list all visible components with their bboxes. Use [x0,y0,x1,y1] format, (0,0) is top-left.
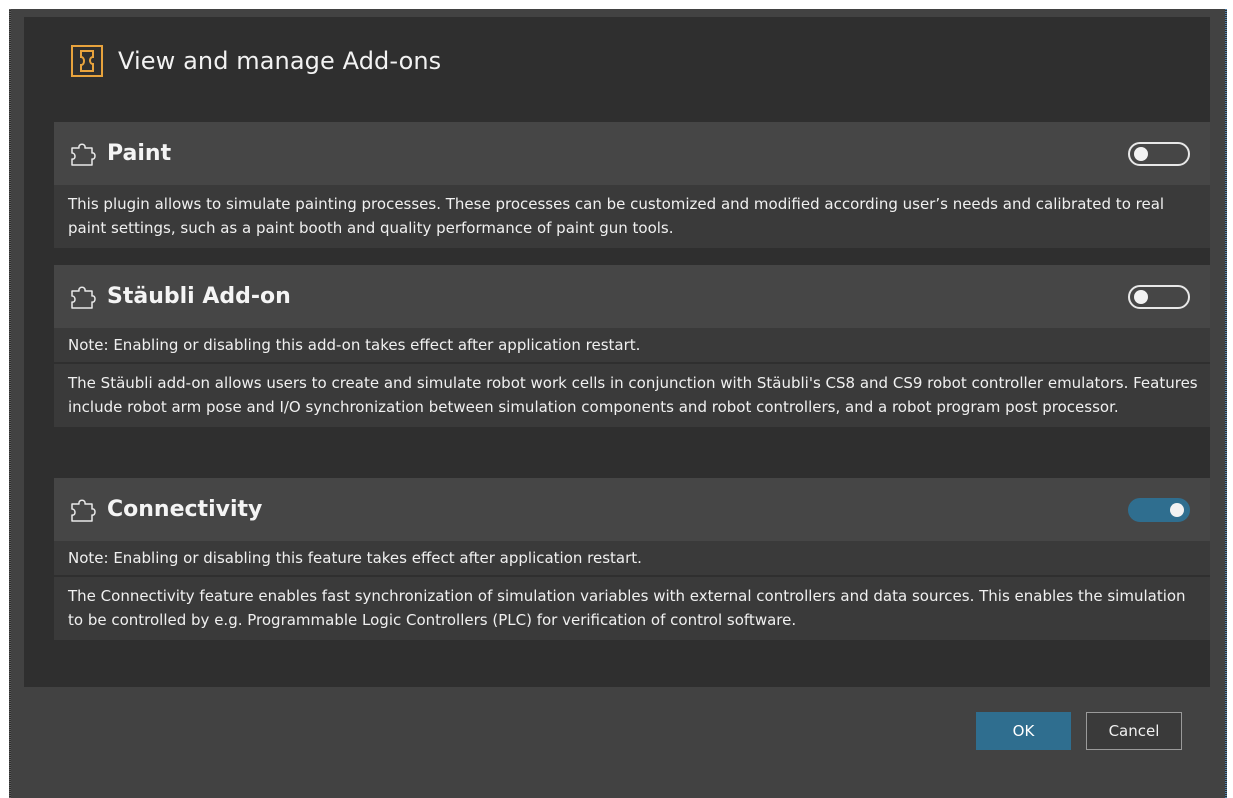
staubli-toggle[interactable] [1128,285,1190,309]
puzzle-outline-icon [71,143,96,166]
toggle-knob [1134,290,1148,304]
addon-header-staubli: Stäubli Add-on [54,265,1210,328]
addon-title: Connectivity [107,497,263,522]
addon-note: Note: Enabling or disabling this feature… [54,541,1210,577]
addon-note: Note: Enabling or disabling this add-on … [54,328,1210,364]
add-ons-content: View and manage Add-ons Paint This plugi… [24,17,1210,687]
puzzle-outline-icon [71,499,96,522]
ok-button[interactable]: OK [976,712,1071,750]
addon-card-connectivity: Connectivity Note: Enabling or disabling… [54,478,1210,640]
addon-description: The Stäubli add-on allows users to creat… [68,374,1198,416]
toggle-knob [1134,147,1148,161]
connectivity-toggle[interactable] [1128,498,1190,522]
addon-title: Stäubli Add-on [107,284,291,309]
addon-card-staubli: Stäubli Add-on Note: Enabling or disabli… [54,265,1210,427]
addon-description: The Connectivity feature enables fast sy… [68,587,1186,629]
dialog-header: View and manage Add-ons [70,41,441,81]
addon-description: This plugin allows to simulate painting … [68,195,1165,237]
addon-header-paint: Paint [54,122,1210,185]
dialog-title: View and manage Add-ons [118,47,442,75]
add-ons-dialog: View and manage Add-ons Paint This plugi… [9,9,1227,798]
addon-title: Paint [107,141,172,166]
addon-card-paint: Paint This plugin allows to simulate pai… [54,122,1210,248]
puzzle-outline-icon [71,286,96,309]
addon-header-connectivity: Connectivity [54,478,1210,541]
paint-toggle[interactable] [1128,142,1190,166]
cancel-button[interactable]: Cancel [1086,712,1182,750]
toggle-knob [1170,503,1184,517]
puzzle-icon [71,45,103,77]
